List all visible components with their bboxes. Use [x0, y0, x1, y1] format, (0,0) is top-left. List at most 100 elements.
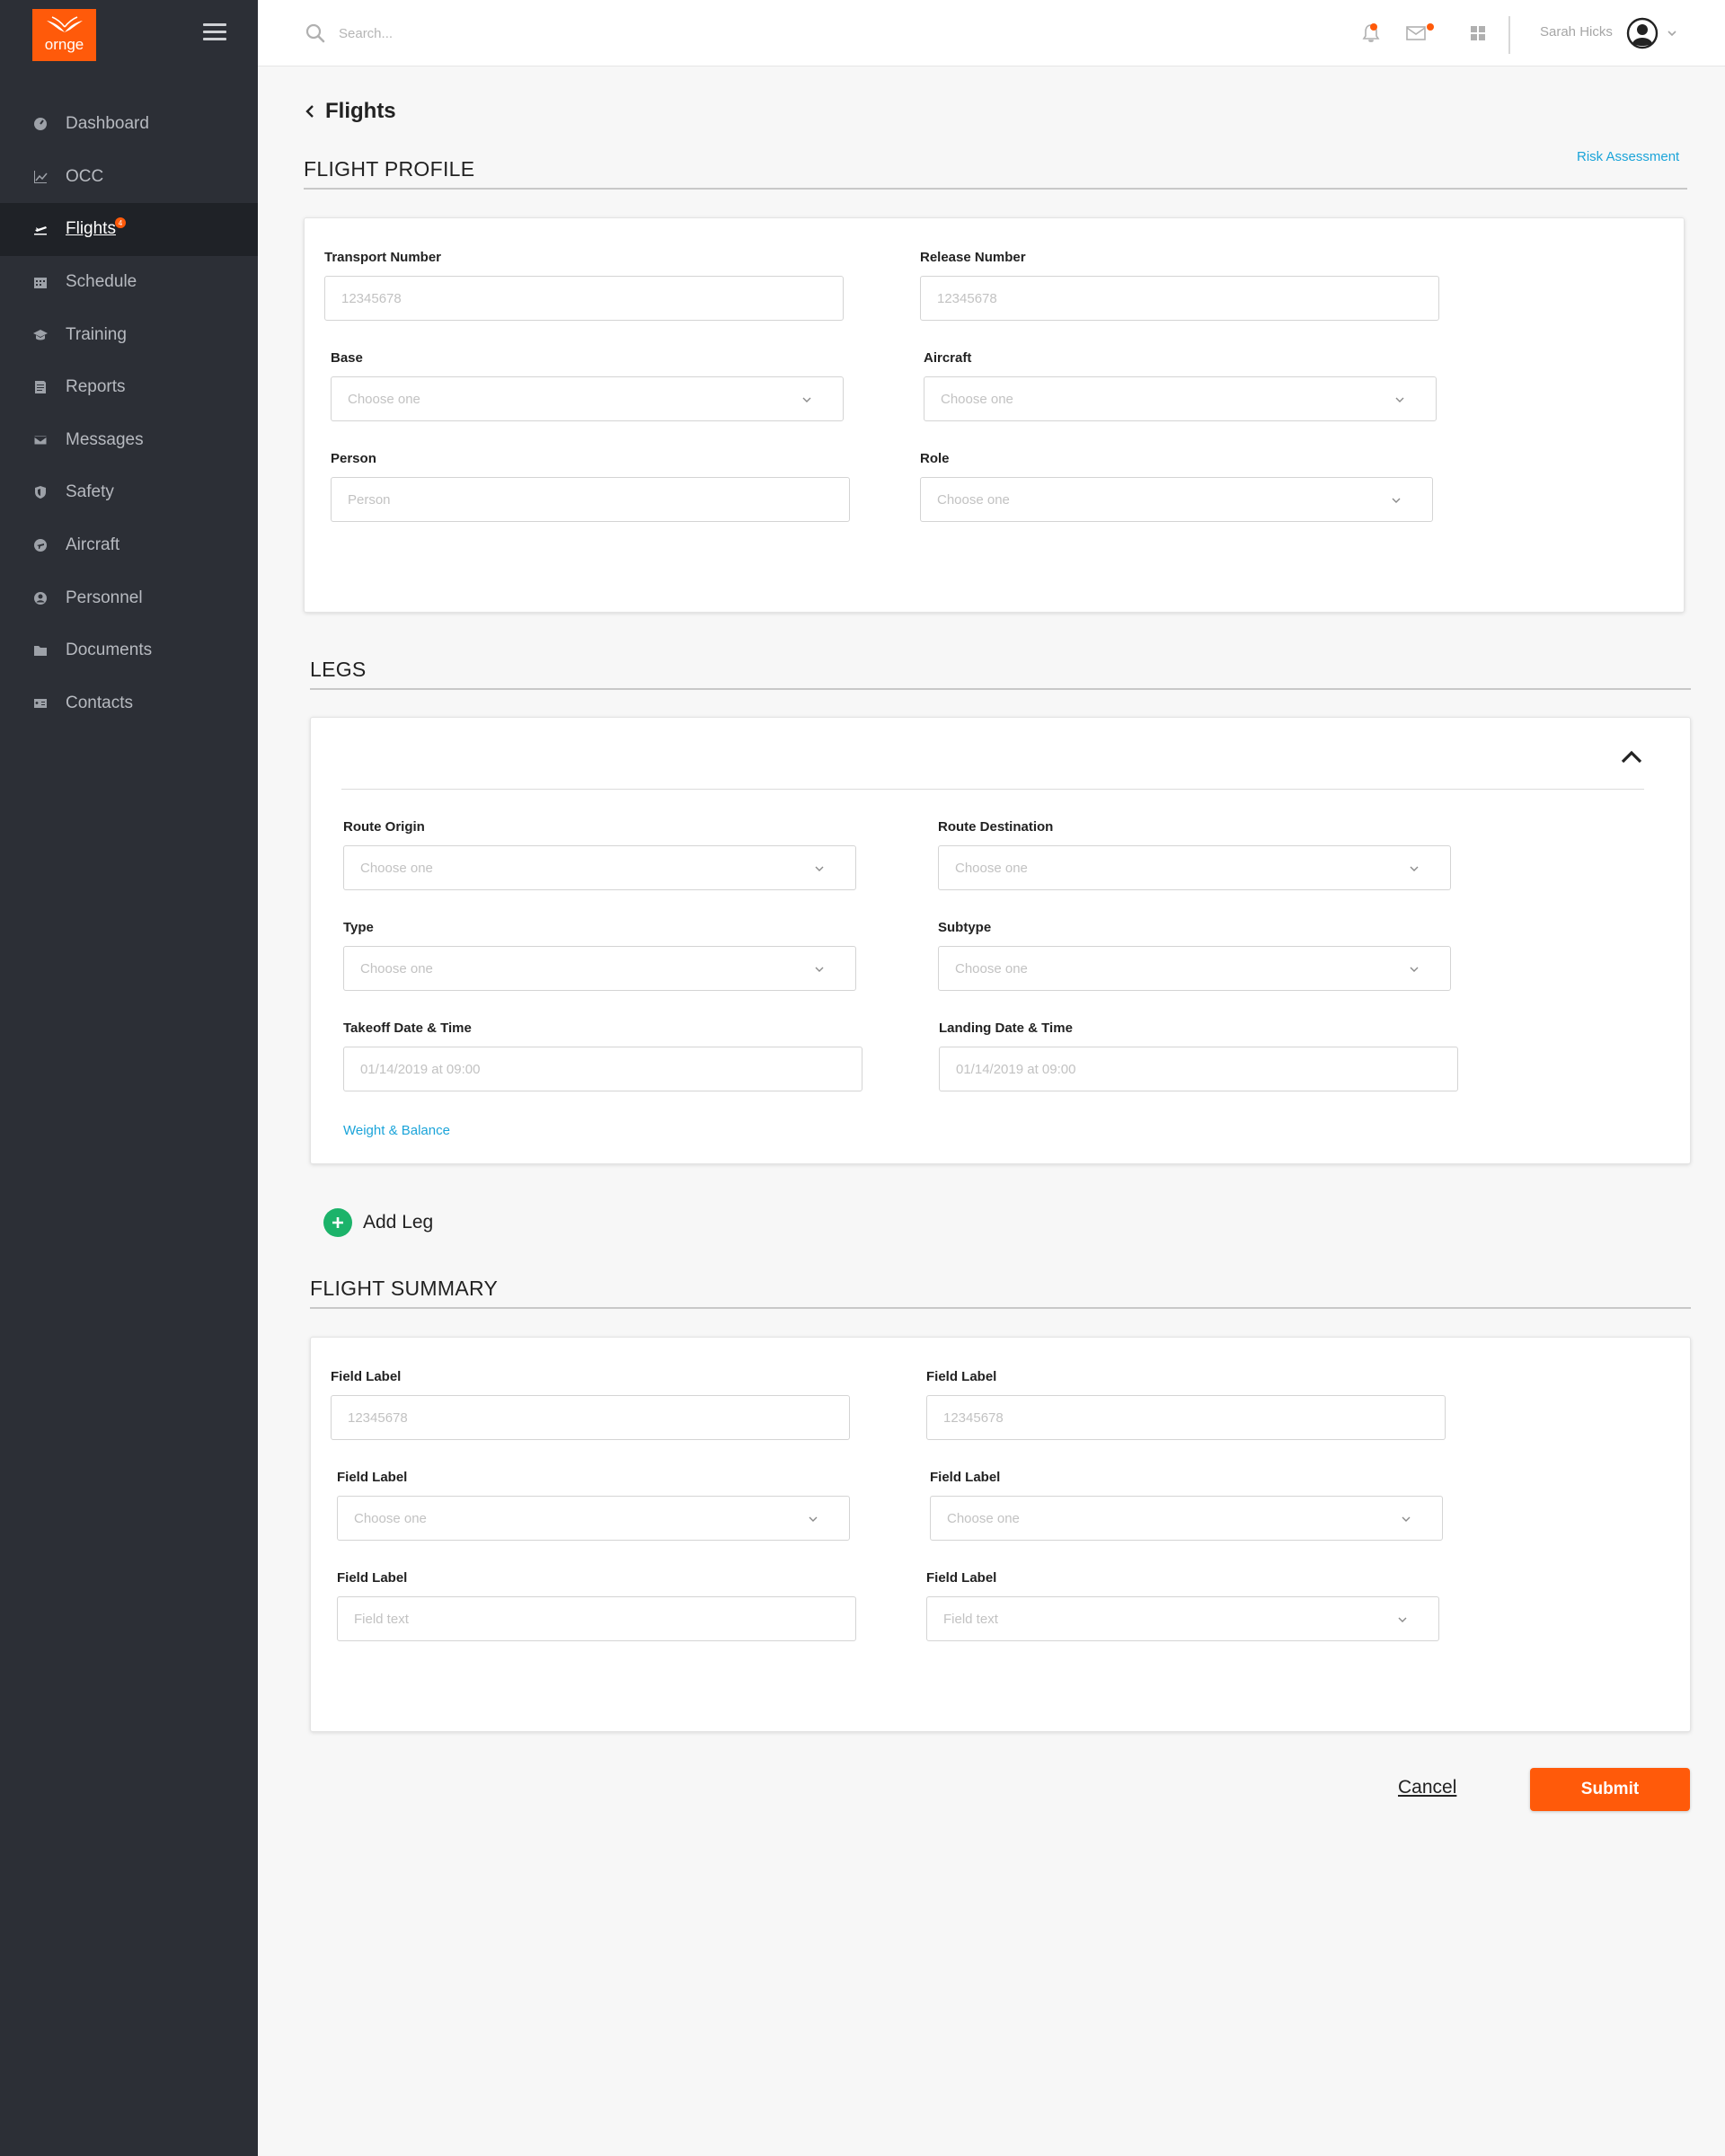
sidebar-item-schedule[interactable]: Schedule — [0, 256, 258, 309]
search-input[interactable] — [339, 22, 698, 45]
add-leg-label: Add Leg — [363, 1212, 434, 1233]
summary-input-1[interactable] — [331, 1395, 850, 1440]
mail-icon[interactable] — [1404, 22, 1428, 45]
route-destination-select[interactable]: Choose one — [938, 845, 1451, 890]
section-divider — [310, 688, 1691, 690]
hamburger-menu-icon[interactable] — [203, 23, 226, 41]
subtype-label: Subtype — [938, 920, 992, 935]
notification-badge: 4 — [115, 217, 126, 229]
section-title-flight-summary: FLIGHT SUMMARY — [310, 1277, 499, 1300]
summary-select-value: Choose one — [354, 1510, 427, 1526]
person-circle-icon — [32, 590, 49, 606]
release-number-input[interactable] — [920, 276, 1439, 321]
sidebar: ornge Dashboard OCC Flights 4 Schedule T… — [0, 0, 258, 2156]
plus-icon — [323, 1208, 352, 1237]
sidebar-item-training[interactable]: Training — [0, 308, 258, 361]
aircraft-select-value: Choose one — [941, 391, 1013, 407]
leg-header-divider — [341, 789, 1644, 790]
field-label: Field Label — [337, 1570, 408, 1586]
logo-text: ornge — [44, 36, 84, 53]
sidebar-item-messages[interactable]: Messages — [0, 414, 258, 467]
field-label: Field Label — [331, 1369, 402, 1384]
type-select[interactable]: Choose one — [343, 946, 856, 991]
role-select[interactable]: Choose one — [920, 477, 1433, 522]
summary-text-input[interactable] — [337, 1596, 856, 1641]
role-select-value: Choose one — [937, 491, 1010, 508]
chevron-left-icon[interactable] — [304, 104, 316, 119]
base-select[interactable]: Choose one — [331, 376, 844, 421]
subtype-select-value: Choose one — [955, 960, 1028, 976]
chevron-down-icon[interactable] — [1666, 27, 1678, 40]
role-label: Role — [920, 451, 950, 466]
summary-select-2[interactable]: Choose one — [930, 1496, 1443, 1541]
cancel-button[interactable]: Cancel — [1398, 1777, 1456, 1798]
route-origin-value: Choose one — [360, 860, 433, 876]
field-label: Field Label — [337, 1470, 408, 1485]
chevron-down-icon — [815, 967, 824, 972]
sidebar-item-contacts[interactable]: Contacts — [0, 677, 258, 730]
base-select-value: Choose one — [348, 391, 420, 407]
weight-balance-link[interactable]: Weight & Balance — [343, 1123, 450, 1138]
subtype-select[interactable]: Choose one — [938, 946, 1451, 991]
chevron-up-icon[interactable] — [1619, 747, 1644, 767]
sidebar-item-label: Aircraft — [66, 535, 120, 555]
landing-label: Landing Date & Time — [939, 1021, 1073, 1036]
summary-select-3[interactable]: Field text — [926, 1596, 1439, 1641]
route-origin-select[interactable]: Choose one — [343, 845, 856, 890]
route-origin-label: Route Origin — [343, 819, 425, 835]
sidebar-item-label: Training — [66, 324, 127, 344]
sidebar-item-dashboard[interactable]: Dashboard — [0, 98, 258, 151]
sidebar-item-label: Flights — [66, 219, 116, 239]
sidebar-item-flights[interactable]: Flights 4 — [0, 203, 258, 256]
section-divider — [310, 1307, 1691, 1309]
logo[interactable]: ornge — [32, 9, 96, 61]
submit-button[interactable]: Submit — [1530, 1768, 1690, 1811]
sidebar-item-label: Contacts — [66, 693, 133, 712]
aircraft-select[interactable]: Choose one — [924, 376, 1437, 421]
page-title: Flights — [325, 99, 396, 123]
sidebar-item-label: Schedule — [66, 272, 137, 292]
sidebar-item-safety[interactable]: Safety — [0, 466, 258, 519]
chevron-down-icon — [1410, 866, 1419, 871]
sidebar-item-reports[interactable]: Reports — [0, 361, 258, 414]
summary-select-1[interactable]: Choose one — [337, 1496, 850, 1541]
section-divider — [304, 188, 1687, 190]
search-icon[interactable] — [305, 23, 325, 43]
chart-icon — [32, 169, 49, 185]
field-label: Field Label — [926, 1570, 997, 1586]
summary-input-2[interactable] — [926, 1395, 1446, 1440]
add-leg-button[interactable]: Add Leg — [323, 1208, 433, 1237]
summary-select-value: Choose one — [947, 1510, 1020, 1526]
sidebar-item-documents[interactable]: Documents — [0, 624, 258, 677]
sidebar-item-occ[interactable]: OCC — [0, 151, 258, 204]
apps-grid-icon[interactable] — [1466, 22, 1490, 45]
top-bar: Sarah Hicks — [258, 0, 1725, 66]
sidebar-nav: Dashboard OCC Flights 4 Schedule Trainin… — [0, 98, 258, 729]
takeoff-datetime-input[interactable] — [343, 1047, 862, 1091]
person-label: Person — [331, 451, 376, 466]
user-name[interactable]: Sarah Hicks — [1540, 24, 1613, 40]
chevron-down-icon — [815, 866, 824, 871]
shield-icon — [32, 484, 49, 500]
chevron-down-icon — [802, 397, 811, 402]
field-label: Field Label — [926, 1369, 997, 1384]
chevron-down-icon — [1392, 498, 1401, 503]
sidebar-item-aircraft[interactable]: Aircraft — [0, 519, 258, 572]
contact-card-icon — [32, 695, 49, 711]
plane-icon — [32, 221, 49, 237]
sidebar-item-personnel[interactable]: Personnel — [0, 571, 258, 624]
avatar[interactable] — [1626, 17, 1659, 49]
folder-icon — [32, 642, 49, 658]
aircraft-icon — [32, 537, 49, 553]
transport-number-input[interactable] — [324, 276, 844, 321]
chevron-down-icon — [1402, 1516, 1411, 1522]
chevron-down-icon — [1410, 967, 1419, 972]
sidebar-item-label: Messages — [66, 429, 144, 449]
person-input[interactable] — [331, 477, 850, 522]
landing-datetime-input[interactable] — [939, 1047, 1458, 1091]
mail-notification-dot — [1427, 23, 1434, 31]
graduation-cap-icon — [32, 327, 49, 343]
bell-notification-dot — [1370, 23, 1377, 31]
risk-assessment-link[interactable]: Risk Assessment — [1577, 149, 1679, 164]
takeoff-label: Takeoff Date & Time — [343, 1021, 472, 1036]
